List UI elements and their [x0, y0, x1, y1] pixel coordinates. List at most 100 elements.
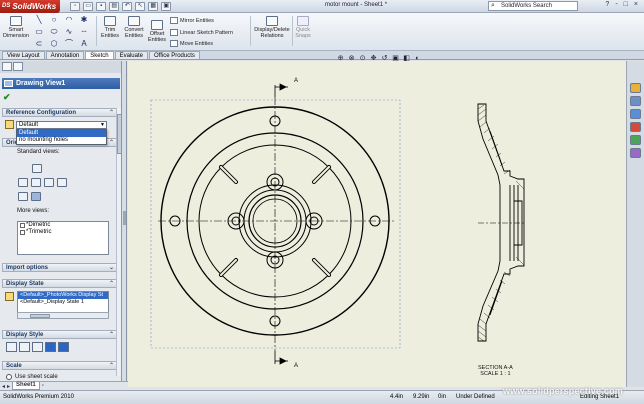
right-view-icon[interactable] — [44, 178, 54, 187]
undo-icon[interactable]: ↶ — [122, 1, 133, 11]
select-pointer-icon[interactable]: ↖ — [135, 1, 146, 11]
wireframe-style-icon[interactable] — [6, 342, 17, 352]
tab-office-products[interactable]: Office Products — [148, 51, 200, 59]
custom-properties-icon[interactable] — [630, 148, 641, 158]
isometric-view-icon[interactable] — [31, 192, 41, 201]
front-view-icon[interactable] — [31, 178, 41, 187]
solidworks-resources-icon[interactable] — [630, 83, 641, 93]
hidden-lines-visible-icon[interactable] — [19, 342, 30, 352]
display-state-item[interactable]: <Default>_PhotoWorks Display St — [18, 292, 108, 299]
print-icon[interactable]: ▤ — [109, 1, 120, 11]
use-sheet-scale-radio[interactable] — [6, 374, 12, 380]
help-button[interactable]: ? — [605, 1, 609, 8]
open-folder-icon[interactable]: ▭ — [83, 1, 94, 11]
rebuild-icon[interactable]: ▦ — [148, 1, 159, 11]
spline-icon[interactable]: ∿ — [62, 27, 76, 38]
options-icon[interactable]: ▣ — [161, 1, 172, 11]
section-view[interactable] — [477, 103, 525, 342]
pan-icon[interactable]: ✥ — [369, 55, 378, 64]
slot-icon[interactable]: ⊂ — [32, 39, 46, 50]
mirror-entities-button[interactable]: Mirror Entities — [170, 17, 214, 24]
solidworks-logo[interactable]: DS SolidWorks — [0, 0, 61, 13]
convert-entities-button[interactable]: Convert Entities — [122, 16, 146, 39]
point-icon[interactable]: ✱ — [77, 15, 91, 26]
scale-title: Scale — [6, 363, 22, 369]
offset-entities-button[interactable]: Offset Entities — [147, 20, 167, 43]
last-sheet-arrow-icon[interactable]: ▸ — [7, 383, 10, 390]
sheet-tab[interactable]: Sheet1 — [12, 382, 40, 390]
fillet-icon[interactable]: ⌒ — [62, 39, 76, 50]
zoom-in-out-icon[interactable]: ⊙ — [358, 55, 367, 64]
circle-icon[interactable]: ○ — [47, 15, 61, 26]
collapse-chevron-icon: ⌃ — [108, 363, 114, 369]
checkbox-icon[interactable] — [20, 230, 25, 235]
drawing-sheet[interactable]: ⊕ ⊗ ⊙ ✥ ↺ ▣ ◧ ◐ A A SECTION A-A SCALE 1 … — [128, 55, 626, 387]
configuration-option[interactable]: Default — [17, 130, 106, 137]
zoom-to-fit-icon[interactable]: ⊕ — [336, 55, 345, 64]
display-state-scrollbar[interactable] — [17, 312, 109, 319]
save-icon[interactable]: ▪ — [96, 1, 107, 11]
maximize-button[interactable]: □ — [624, 1, 628, 8]
display-state-item[interactable]: <Default>_Display State 1 — [18, 299, 108, 306]
scrollbar-thumb[interactable] — [30, 314, 50, 318]
back-view-icon[interactable] — [57, 178, 67, 187]
file-explorer-icon[interactable] — [630, 109, 641, 119]
configuration-option[interactable]: no mounting holes — [17, 137, 106, 144]
trim-entities-button[interactable]: Trim Entities — [99, 16, 121, 39]
tab-annotation[interactable]: Annotation — [45, 51, 85, 59]
design-library-icon[interactable] — [630, 96, 641, 106]
scale-header[interactable]: Scale ⌃ — [2, 361, 117, 370]
arc-icon[interactable]: ◠ — [62, 15, 76, 26]
quick-snaps-button[interactable]: Quick Snaps — [294, 16, 312, 39]
zoom-to-area-icon[interactable]: ⊗ — [347, 55, 356, 64]
hidden-lines-removed-icon[interactable] — [32, 342, 43, 352]
view-palette-icon[interactable] — [630, 122, 641, 132]
more-view-item[interactable]: *Trimetric — [18, 229, 108, 236]
previous-view-icon[interactable]: ↺ — [380, 55, 389, 64]
front-view[interactable] — [158, 106, 396, 336]
new-document-icon[interactable]: ▫ — [70, 1, 81, 11]
import-options-header[interactable]: Import options ⌄ — [2, 263, 117, 272]
shaded-icon[interactable] — [58, 342, 69, 352]
shaded-with-edges-icon[interactable] — [45, 342, 56, 352]
dropdown-arrow-icon: ▼ — [100, 122, 105, 128]
configuration-selected-value: Default — [19, 122, 39, 128]
ok-checkmark-icon[interactable]: ✔ — [3, 92, 11, 103]
feature-manager-tab-icon[interactable] — [2, 62, 12, 71]
tab-evaluate[interactable]: Evaluate — [114, 51, 148, 59]
top-view-icon[interactable] — [32, 164, 42, 173]
display-state-header[interactable]: Display State ⌃ — [2, 279, 117, 288]
close-button[interactable]: × — [634, 1, 638, 8]
tab-sketch[interactable]: Sketch — [85, 51, 114, 59]
centerline-icon[interactable]: ┄ — [77, 27, 91, 38]
hide-show-icon[interactable]: ◐ — [413, 55, 422, 64]
add-sheet-icon[interactable]: ▫ — [42, 383, 44, 389]
minimize-button[interactable]: - — [615, 1, 617, 8]
bottom-view-icon[interactable] — [18, 192, 28, 201]
display-style-icon[interactable]: ◧ — [402, 55, 411, 64]
property-manager-tab-icon[interactable] — [13, 62, 23, 71]
polygon-icon[interactable]: ⬡ — [47, 39, 61, 50]
reference-configuration-header[interactable]: Reference Configuration ⌃ — [2, 108, 117, 117]
linear-sketch-pattern-button[interactable]: Linear Sketch Pattern — [170, 29, 233, 36]
smart-dimension-button[interactable]: Smart Dimension — [3, 16, 29, 39]
move-entities-button[interactable]: Move Entities — [170, 40, 213, 47]
checkbox-icon[interactable] — [20, 223, 25, 228]
line-icon[interactable]: ╲ — [32, 15, 46, 26]
first-sheet-arrow-icon[interactable]: ◂ — [2, 383, 5, 390]
appearances-icon[interactable] — [630, 135, 641, 145]
panel-splitter[interactable] — [122, 61, 127, 381]
splitter-grip[interactable] — [123, 211, 126, 225]
more-view-item[interactable]: *Dimetric — [18, 222, 108, 229]
display-style-title: Display Style — [6, 332, 44, 338]
rectangle-icon[interactable]: ▭ — [32, 27, 46, 38]
ellipse-icon[interactable]: ⬭ — [47, 27, 61, 38]
configuration-select[interactable]: Default ▼ — [16, 121, 107, 129]
view-orientation-icon[interactable]: ▣ — [391, 55, 400, 64]
search-input[interactable]: ⌕ SolidWorks Search — [488, 1, 578, 11]
display-delete-relations-button[interactable]: Display/Delete Relations — [252, 16, 292, 39]
text-icon[interactable]: A — [77, 39, 91, 50]
left-view-icon[interactable] — [18, 178, 28, 187]
display-style-header[interactable]: Display Style ⌃ — [2, 330, 117, 339]
tab-view-layout[interactable]: View Layout — [2, 51, 45, 59]
